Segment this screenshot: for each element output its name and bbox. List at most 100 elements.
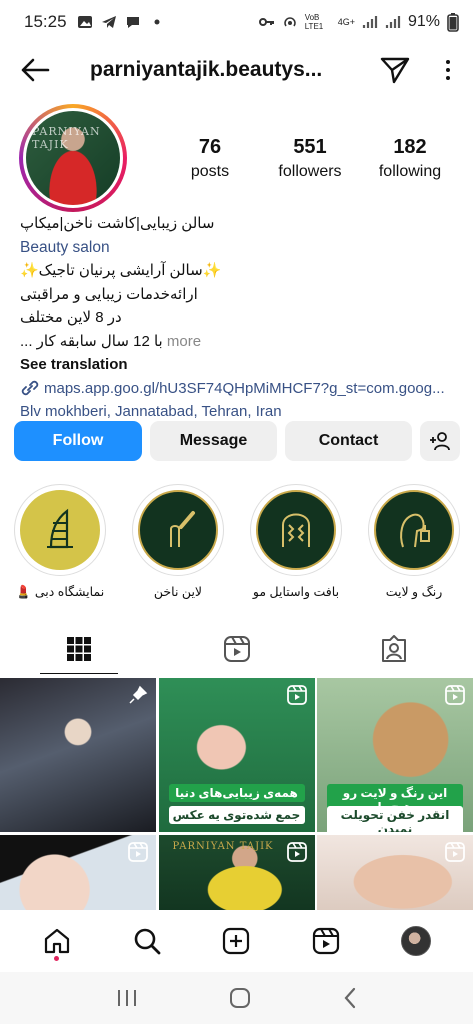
highlight-item[interactable]: رنگ و لایت xyxy=(368,484,460,604)
following-label: following xyxy=(378,163,442,180)
highlight-label: رنگ و لایت xyxy=(385,585,443,599)
recent-apps-icon[interactable] xyxy=(115,988,139,1008)
post-caption-bottom: انقدر خفن تحویلت نمیدن xyxy=(327,806,463,832)
followers-label: followers xyxy=(278,163,342,180)
bio-line: در 8 لاین مختلف xyxy=(20,309,122,326)
following-count: 182 xyxy=(393,136,427,158)
telegram-icon xyxy=(101,16,116,28)
bio-category: Beauty salon xyxy=(20,238,110,256)
post-thumbnail[interactable] xyxy=(0,835,156,910)
post-thumbnail[interactable]: PARNIYAN TAJIK xyxy=(158,835,315,910)
network-gen-label: 4G+ xyxy=(337,17,355,27)
notification-icons xyxy=(77,15,165,29)
reels-icon xyxy=(223,636,250,662)
profile-bio: سالن زیبایی|کاشت ناخن|میکاپ Beauty salon… xyxy=(20,212,460,424)
plus-square-icon xyxy=(223,927,250,955)
bio-line: با 12 سال سابقه کار ... xyxy=(20,332,163,350)
status-bar: 15:25 VoB LTE1 4G+ 91% xyxy=(0,0,473,44)
dot-icon xyxy=(154,19,160,25)
post-thumbnail[interactable] xyxy=(0,678,156,832)
nail-file-icon xyxy=(170,511,195,547)
profile-username: parniyantajik.beautys... xyxy=(90,58,323,81)
post-thumbnail[interactable]: این رنگ و لایت رو هیچ‌جا انقدر خفن تحویل… xyxy=(317,678,473,832)
nav-reels[interactable] xyxy=(304,919,348,963)
grid-icon xyxy=(66,637,91,661)
bio-line: ارائه‌خدمات زیبایی و مراقبتی xyxy=(20,285,198,303)
bio-address[interactable]: Blv mokhberi, Jannatabad, Tehran, Iran xyxy=(20,400,460,424)
hair-color-icon xyxy=(400,513,430,548)
bio-link-text: maps.app.goo.gl/hU3SF74QHpMiMHCF7?g_st=c… xyxy=(44,379,445,397)
home-button-icon[interactable] xyxy=(229,987,251,1009)
system-navigation xyxy=(0,972,473,1024)
home-icon xyxy=(44,928,69,954)
highlight-label: بافت واستایل مو xyxy=(252,585,340,599)
nav-search[interactable] xyxy=(125,919,169,963)
followers-stat[interactable]: 551 followers xyxy=(260,136,360,181)
posts-count: 76 xyxy=(198,136,222,158)
reel-indicator-icon xyxy=(286,685,307,705)
arrow-left-icon xyxy=(21,58,50,82)
highlight-item[interactable]: لاین ناخن xyxy=(132,484,224,604)
reel-indicator-icon xyxy=(286,842,307,862)
post-caption-bottom: جمع شده‌توی یه عکس xyxy=(168,806,305,824)
highlight-label: نمایشگاه دبی 💄 xyxy=(15,585,105,599)
nav-create[interactable] xyxy=(214,919,258,963)
reel-indicator-icon xyxy=(128,842,148,862)
highlight-item[interactable]: نمایشگاه دبی 💄 xyxy=(14,484,106,604)
bottom-navigation xyxy=(0,910,473,972)
contact-button[interactable]: Contact xyxy=(285,421,412,461)
notification-dot xyxy=(54,956,60,961)
reel-indicator-icon xyxy=(445,685,465,705)
battery-percent: 91% xyxy=(407,13,440,30)
tab-tagged[interactable] xyxy=(315,624,473,674)
volte-label: VoB LTE1 xyxy=(304,13,324,31)
followers-count: 551 xyxy=(293,136,327,158)
bio-line-with-more: با 12 سال سابقه کار ... more xyxy=(20,330,460,354)
tagged-icon xyxy=(382,635,407,662)
posts-grid: همه‌ی زیبایی‌های دنیا جمع شده‌توی یه عکس… xyxy=(0,678,473,910)
signal-icon xyxy=(362,16,378,28)
link-icon xyxy=(21,381,39,396)
send-icon[interactable] xyxy=(379,54,411,86)
profile-avatar[interactable]: PARNIYAN TAJIK xyxy=(19,104,127,212)
more-link[interactable]: more xyxy=(167,333,201,350)
see-translation-link[interactable]: See translation xyxy=(20,353,460,377)
posts-stat[interactable]: 76 posts xyxy=(160,136,260,181)
following-stat[interactable]: 182 following xyxy=(360,136,460,181)
more-options-icon[interactable] xyxy=(441,55,455,85)
post-caption-top: همه‌ی زیبایی‌های دنیا xyxy=(168,784,305,802)
bio-line: سالن زیبایی|کاشت ناخن|میکاپ xyxy=(20,215,215,232)
tab-reels[interactable] xyxy=(158,624,316,674)
nav-profile[interactable] xyxy=(394,919,438,963)
post-logo-text: PARNIYAN TAJIK xyxy=(172,841,274,852)
message-button[interactable]: Message xyxy=(150,421,277,461)
search-icon xyxy=(134,928,161,955)
battery-icon xyxy=(447,13,459,32)
braid-icon xyxy=(282,513,310,547)
back-button[interactable] xyxy=(18,53,52,87)
avatar-logo-text: PARNIYAN TAJIK xyxy=(32,125,101,151)
posts-label: posts xyxy=(190,163,230,180)
status-right: VoB LTE1 4G+ 91% xyxy=(258,12,459,32)
gallery-icon xyxy=(77,16,92,28)
status-time: 15:25 xyxy=(24,12,67,31)
add-user-button[interactable] xyxy=(420,421,460,461)
highlight-item[interactable]: بافت واستایل مو xyxy=(250,484,342,604)
post-thumbnail[interactable]: همه‌ی زیبایی‌های دنیا جمع شده‌توی یه عکس xyxy=(158,678,315,832)
key-icon xyxy=(258,18,274,26)
hotspot-icon xyxy=(283,17,296,27)
bio-link[interactable]: maps.app.goo.gl/hU3SF74QHpMiMHCF7?g_st=c… xyxy=(20,377,460,401)
tab-posts-grid[interactable] xyxy=(0,624,158,674)
reel-indicator-icon xyxy=(445,842,465,862)
nav-home[interactable] xyxy=(35,919,79,963)
profile-stats: 76 posts 551 followers 182 following xyxy=(160,136,460,181)
profile-header: parniyantajik.beautys... xyxy=(0,44,473,96)
add-user-icon xyxy=(430,432,450,451)
pin-icon xyxy=(129,685,148,704)
follow-button[interactable]: Follow xyxy=(14,421,142,461)
profile-actions: Follow Message Contact xyxy=(14,421,460,461)
post-thumbnail[interactable] xyxy=(317,835,473,910)
profile-avatar-icon xyxy=(401,926,432,956)
back-nav-icon[interactable] xyxy=(342,987,358,1009)
burj-al-arab-icon xyxy=(47,508,73,549)
